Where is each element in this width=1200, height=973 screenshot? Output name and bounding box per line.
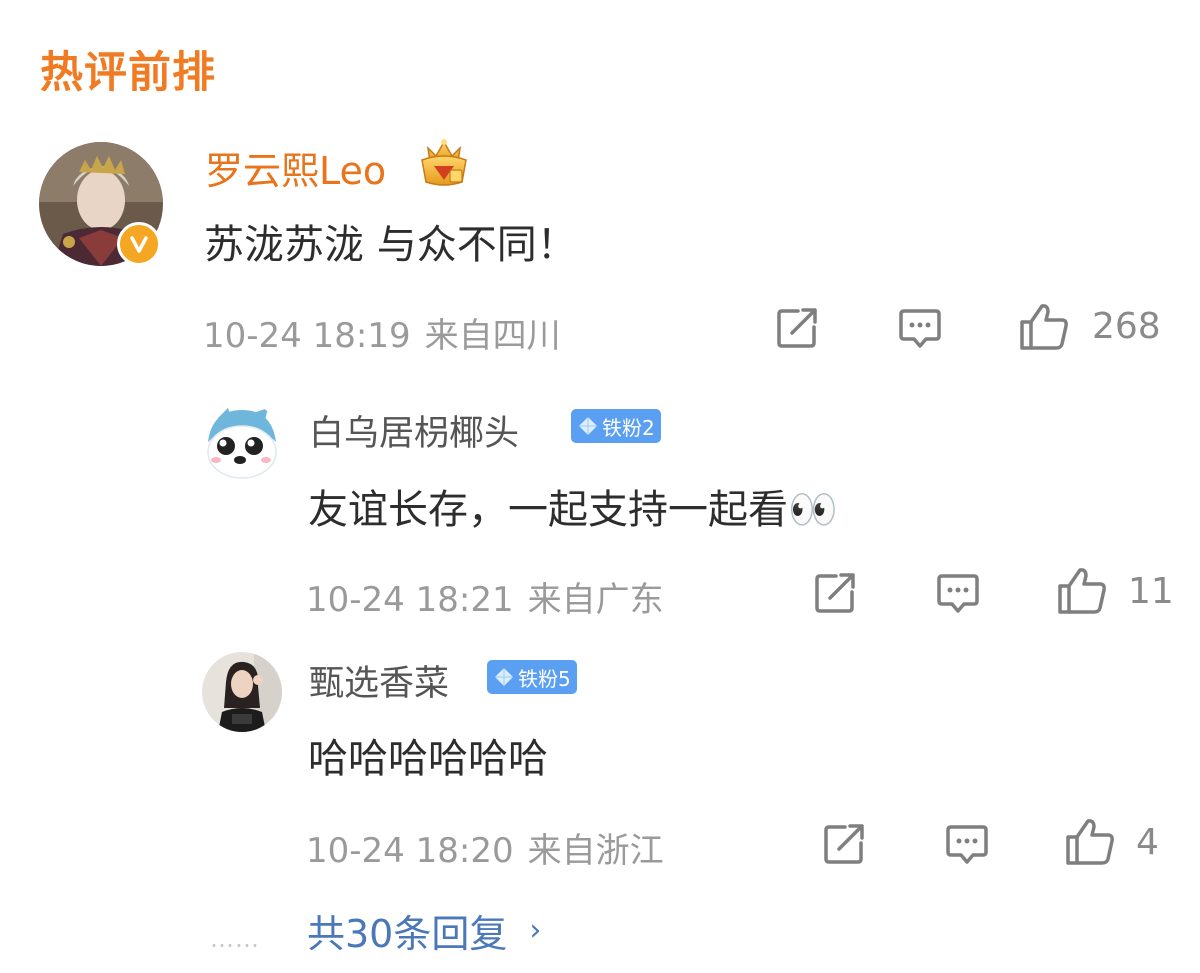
like-count: 11 <box>1128 571 1174 612</box>
like-icon[interactable] <box>1018 302 1070 352</box>
author-name[interactable]: 罗云熙Leo <box>205 140 386 195</box>
reply-time: 10-24 18:20 <box>306 831 514 871</box>
share-icon[interactable] <box>821 821 867 867</box>
like-count: 268 <box>1092 306 1161 347</box>
reply-meta: 10-24 18:20 来自浙江 <box>306 823 664 872</box>
reply-time: 10-24 18:21 <box>306 580 514 620</box>
verified-v-badge-icon <box>117 222 161 266</box>
like-count: 4 <box>1136 822 1159 863</box>
like-icon[interactable] <box>1056 566 1108 616</box>
fan-level-label: 铁粉5 <box>518 666 571 691</box>
reply-avatar[interactable] <box>202 402 282 482</box>
comment-meta: 10-24 18:19 来自四川 <box>203 308 561 357</box>
share-icon[interactable] <box>812 570 858 616</box>
diamond-icon <box>579 417 597 435</box>
diamond-icon <box>495 668 513 686</box>
comment-icon[interactable] <box>935 570 981 616</box>
fan-level-badge: 铁粉2 <box>571 409 661 443</box>
reply-meta: 10-24 18:21 来自广东 <box>306 572 664 621</box>
share-icon[interactable] <box>774 305 820 351</box>
view-all-replies-label: 共30条回复 <box>307 912 508 956</box>
reply-author-name[interactable]: 甄选香菜 <box>309 655 449 706</box>
comment-text: 苏泷苏泷 与众不同！ <box>204 222 577 268</box>
reply-text: 哈哈哈哈哈哈 <box>308 736 548 782</box>
view-all-replies-link[interactable]: 共30条回复 › <box>307 903 541 958</box>
section-title: 热评前排 <box>40 48 216 98</box>
comment-time: 10-24 18:19 <box>203 316 411 356</box>
comment-icon[interactable] <box>897 305 943 351</box>
fan-level-badge: 铁粉5 <box>487 660 577 694</box>
reply-location: 来自广东 <box>527 580 664 620</box>
reply-location: 来自浙江 <box>527 831 664 871</box>
chevron-right-icon: › <box>529 913 542 948</box>
comment-icon[interactable] <box>944 821 990 867</box>
fan-level-label: 铁粉2 <box>602 415 655 440</box>
fan-crown-badge-icon <box>414 138 474 188</box>
like-icon[interactable] <box>1064 817 1116 867</box>
reply-avatar[interactable] <box>202 652 282 732</box>
reply-text: 友谊长存，一起支持一起看👀 <box>308 487 838 533</box>
reply-author-name[interactable]: 白乌居枴椰头 <box>309 405 519 456</box>
more-dots: …… <box>210 925 260 953</box>
comment-location: 来自四川 <box>424 316 561 356</box>
